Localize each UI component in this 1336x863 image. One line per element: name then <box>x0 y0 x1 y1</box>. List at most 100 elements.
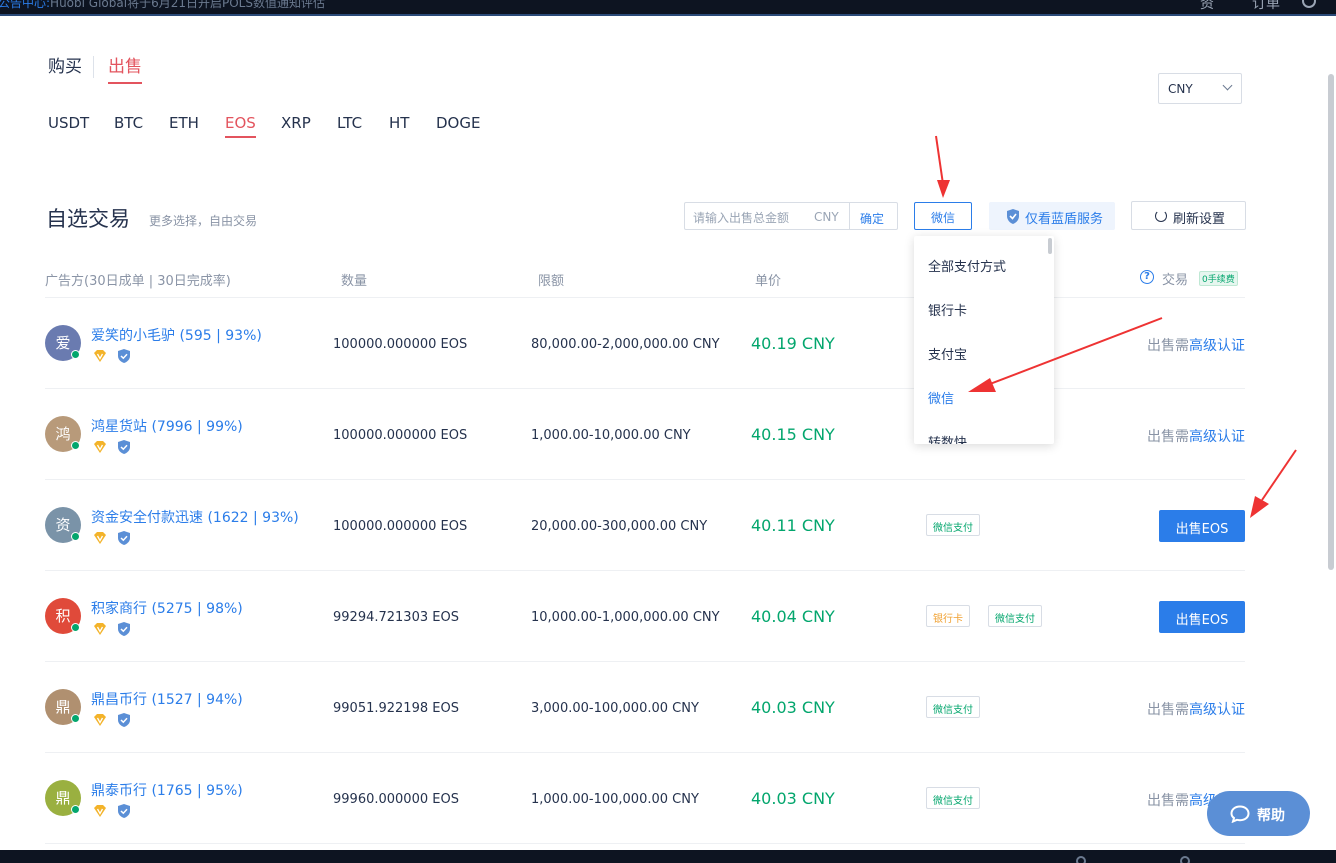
top-nav-assets[interactable]: 资 <box>1200 0 1214 13</box>
announcement-label: 公告中心: <box>0 0 51 10</box>
ad-quantity: 99960.000000 EOS <box>333 792 459 807</box>
announcement-text: Huobi Global将于6月21日开启POLS数值通知评估 <box>50 0 325 10</box>
advanced-verification-link[interactable]: 高级认证 <box>1189 338 1245 354</box>
help-circle-icon[interactable]: ? <box>1140 270 1154 284</box>
coin-tab-btc[interactable]: BTC <box>114 114 143 132</box>
user-icon[interactable] <box>1302 0 1316 8</box>
coin-tab-doge[interactable]: DOGE <box>436 114 480 132</box>
ad-price: 40.19 CNY <box>751 334 835 353</box>
blue-shield-label: 仅看蓝盾服务 <box>1025 212 1104 227</box>
advanced-verification-link[interactable]: 高级认证 <box>1189 429 1245 445</box>
payment-method-select[interactable]: 微信 <box>914 202 972 230</box>
avatar[interactable]: 鼎 <box>45 780 81 816</box>
input-divider <box>849 203 850 229</box>
refresh-settings-button[interactable]: 刷新设置 <box>1131 201 1246 230</box>
advanced-verification-notice: 出售需高级认证 <box>1147 699 1245 719</box>
table-row: 鼎 鼎泰币行 (1765 | 95%) 99960.000000 EOS 1,000.… <box>45 753 1245 844</box>
dropdown-scrollbar[interactable] <box>1048 238 1052 254</box>
shield-icon <box>1007 209 1019 224</box>
coin-tab-ltc[interactable]: LTC <box>337 114 362 132</box>
avatar-initial: 资 <box>55 516 71 534</box>
dropdown-item-fps[interactable]: 转数快 <box>928 432 967 444</box>
vip-diamond-icon <box>94 805 106 817</box>
sell-amount-currency: CNY <box>814 210 839 224</box>
ad-quantity: 99051.922198 EOS <box>333 701 459 716</box>
table-row: 爱 爱笑的小毛驴 (595 | 93%) 100000.000000 EOS 80,0… <box>45 298 1245 389</box>
merchant-name-link[interactable]: 鼎泰币行 (1765 | 95%) <box>91 780 243 800</box>
sell-amount-placeholder: 请输入出售总金额 <box>693 211 790 225</box>
annotation-arrow-payment-select <box>935 135 950 198</box>
sell-eos-button[interactable]: 出售EOS <box>1159 510 1245 542</box>
vip-diamond-icon <box>94 350 106 362</box>
table-row: 资 资金安全付款迅速 (1622 | 93%) 100000.000000 EOS 2… <box>45 480 1245 571</box>
vip-diamond-icon <box>94 714 106 726</box>
annotation-arrow-sell-button <box>1250 449 1297 518</box>
announcement-ticker[interactable]: 公告中心:Huobi Global将于6月21日开启POLS数值通知评估 <box>0 0 325 11</box>
online-status-dot <box>71 805 80 814</box>
advanced-verification-link[interactable]: 高级认证 <box>1189 702 1245 718</box>
fiat-currency-select[interactable]: CNY <box>1158 73 1242 104</box>
ad-limit: 20,000.00-300,000.00 CNY <box>531 519 708 534</box>
merchant-name-link[interactable]: 积家商行 (5275 | 98%) <box>91 598 243 618</box>
coin-tab-usdt[interactable]: USDT <box>48 114 89 132</box>
coin-tab-ht[interactable]: HT <box>389 114 409 132</box>
merchant-name-link[interactable]: 鸿星货站 (7996 | 99%) <box>91 416 243 436</box>
table-row: 鸿 鸿星货站 (7996 | 99%) 100000.000000 EOS 1,000… <box>45 389 1245 480</box>
refresh-settings-label: 刷新设置 <box>1173 212 1226 227</box>
online-status-dot <box>71 623 80 632</box>
payment-tag: 微信支付 <box>926 787 980 809</box>
advanced-verification-notice: 出售需高级认证 <box>1147 335 1245 355</box>
verification-prefix: 出售需 <box>1147 429 1189 445</box>
avatar[interactable]: 资 <box>45 507 81 543</box>
avatar-initial: 爱 <box>55 334 71 352</box>
amount-confirm-button[interactable]: 确定 <box>860 210 884 227</box>
payment-tag: 微信支付 <box>926 696 980 718</box>
header-quantity: 数量 <box>341 274 368 289</box>
avatar[interactable]: 鸿 <box>45 416 81 452</box>
announcement-accent-line <box>0 14 112 16</box>
ad-quantity: 100000.000000 EOS <box>333 337 468 352</box>
tab-buy[interactable]: 购买 <box>48 52 82 77</box>
table-row: 积 积家商行 (5275 | 98%) 99294.721303 EOS 10,000… <box>45 571 1245 662</box>
avatar[interactable]: 积 <box>45 598 81 634</box>
avatar-initial: 鸿 <box>55 425 71 443</box>
sell-eos-button[interactable]: 出售EOS <box>1159 601 1245 633</box>
merchant-name-link[interactable]: 鼎昌币行 (1527 | 94%) <box>91 689 243 709</box>
coin-tab-eth[interactable]: ETH <box>169 114 199 132</box>
merchant-name-link[interactable]: 资金安全付款迅速 (1622 | 93%) <box>91 507 299 527</box>
merchant-name-link[interactable]: 爱笑的小毛驴 (595 | 93%) <box>91 325 262 345</box>
vip-diamond-icon <box>94 623 106 635</box>
help-button[interactable]: 帮助 <box>1207 791 1310 836</box>
page-scrollbar[interactable] <box>1328 74 1334 570</box>
advanced-verification-notice: 出售需高级认证 <box>1147 426 1245 446</box>
avatar-initial: 积 <box>55 607 71 625</box>
verification-prefix: 出售需 <box>1147 338 1189 354</box>
dropdown-item-wechat[interactable]: 微信 <box>928 388 954 407</box>
bottom-help-icon <box>1180 856 1190 863</box>
avatar[interactable]: 爱 <box>45 325 81 361</box>
coin-tab-xrp[interactable]: XRP <box>281 114 311 132</box>
section-subtitle: 更多选择，自由交易 <box>149 214 258 228</box>
vip-diamond-icon <box>94 532 106 544</box>
avatar[interactable]: 鼎 <box>45 689 81 725</box>
ad-limit: 3,000.00-100,000.00 CNY <box>531 701 699 716</box>
header-merchant: 广告方(30日成单 | 30日完成率) <box>45 274 231 289</box>
avatar-initial: 鼎 <box>55 698 71 716</box>
online-status-dot <box>71 350 80 359</box>
ad-limit: 1,000.00-10,000.00 CNY <box>531 428 691 443</box>
blue-shield-icon <box>118 804 130 818</box>
blue-shield-icon <box>118 440 130 454</box>
sell-amount-input[interactable]: 请输入出售总金额 CNY 确定 <box>684 202 898 230</box>
dropdown-item-all[interactable]: 全部支付方式 <box>928 256 1006 275</box>
tab-sell[interactable]: 出售 <box>108 52 142 84</box>
coin-tab-eos[interactable]: EOS <box>225 114 256 138</box>
online-status-dot <box>71 714 80 723</box>
ad-quantity: 100000.000000 EOS <box>333 519 468 534</box>
blue-shield-filter-button[interactable]: 仅看蓝盾服务 <box>989 202 1115 230</box>
dropdown-item-bank-card[interactable]: 银行卡 <box>928 300 967 319</box>
ad-price: 40.11 CNY <box>751 516 835 535</box>
bottom-bar <box>0 850 1336 863</box>
top-nav-orders[interactable]: 订单 <box>1252 0 1280 13</box>
dropdown-item-alipay[interactable]: 支付宝 <box>928 344 967 363</box>
ad-price: 40.04 CNY <box>751 607 835 626</box>
